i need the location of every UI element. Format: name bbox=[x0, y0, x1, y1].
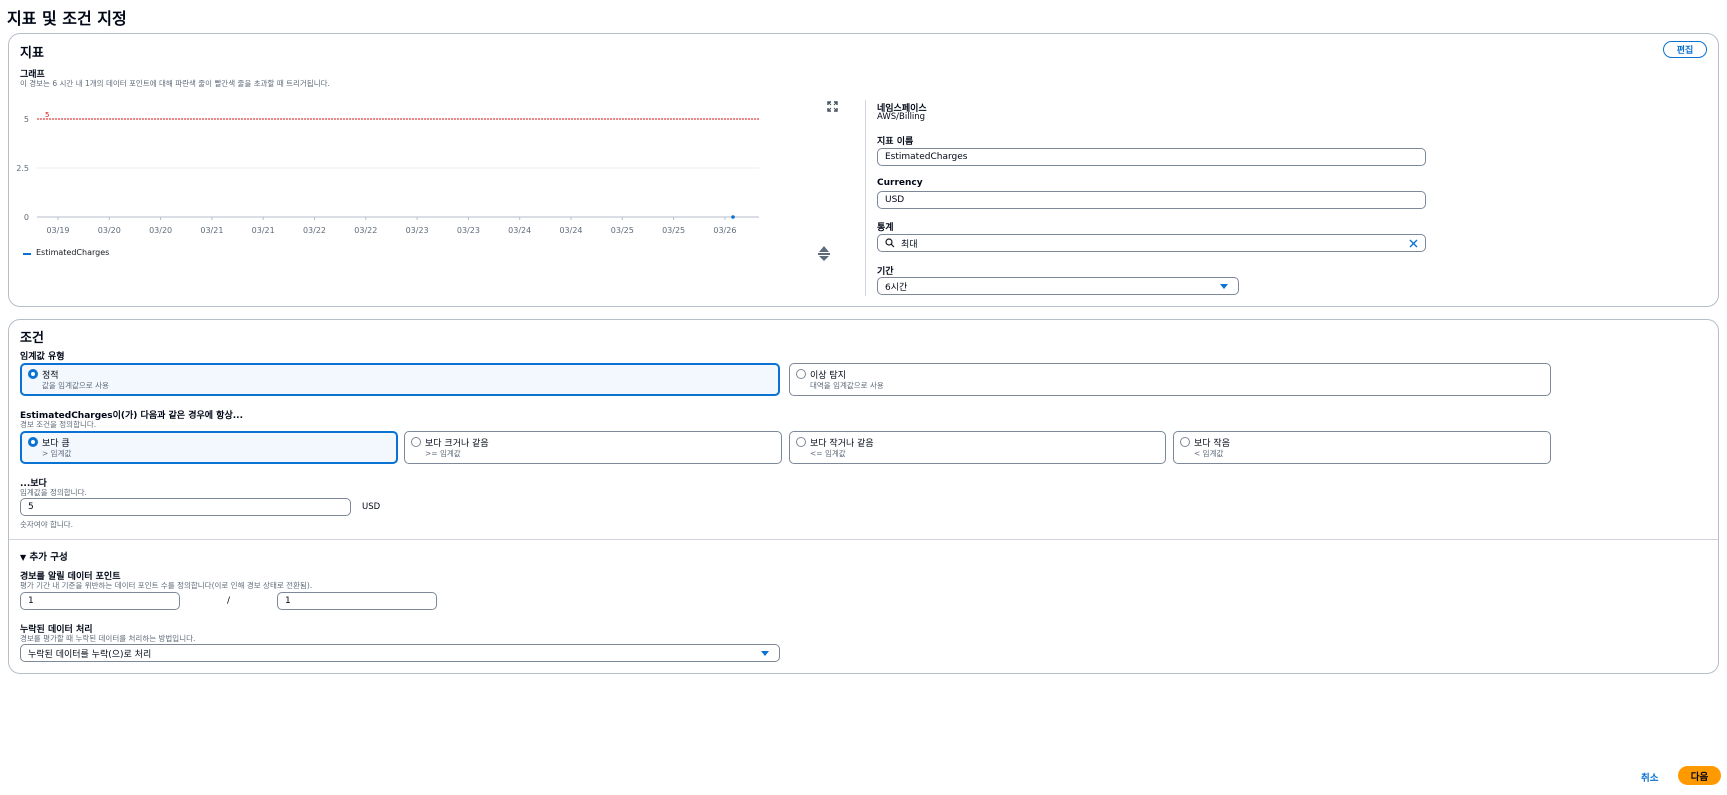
threshold-label: 5 bbox=[45, 111, 49, 119]
y-tick-label: 0 bbox=[24, 213, 29, 222]
operator-greater-desc: > 임계값 bbox=[42, 449, 72, 458]
threshold-type-static[interactable]: 정적 값을 임계값으로 사용 bbox=[20, 363, 780, 396]
cancel-button[interactable]: 취소 bbox=[1641, 770, 1658, 784]
operator-less-equal[interactable]: 보다 작거나 같음 <= 임계값 bbox=[789, 431, 1166, 464]
metric-chart: 5 2.5 0 5 03/19 03/20 03/20 03/21 03/21 03/22 03/2… bbox=[16, 111, 759, 235]
missing-data-desc: 경보를 평가할 때 누락된 데이터를 처리하는 방법입니다. bbox=[20, 634, 196, 643]
threshold-value-input[interactable]: 5 bbox=[20, 498, 351, 516]
x-tick-label: 03/21 bbox=[252, 226, 275, 235]
caret-down-icon: ▼ bbox=[20, 553, 27, 562]
statistic-label: 통계 bbox=[877, 223, 894, 233]
y-tick-label: 5 bbox=[24, 115, 29, 124]
next-button[interactable]: 다음 bbox=[1678, 766, 1721, 785]
period-value: 6시간 bbox=[885, 282, 908, 293]
threshold-hint: 숫자여야 합니다. bbox=[20, 520, 74, 529]
datapoints-separator: / bbox=[227, 596, 231, 606]
chevron-down-icon bbox=[761, 651, 769, 656]
page-title: 지표 및 조건 지정 bbox=[7, 9, 127, 28]
x-tick-label: 03/23 bbox=[406, 226, 429, 235]
operator-less[interactable]: 보다 작음 < 임계값 bbox=[1173, 431, 1551, 464]
radio-less[interactable] bbox=[1180, 437, 1190, 447]
threshold-unit: USD bbox=[362, 502, 381, 512]
radio-less-equal[interactable] bbox=[796, 437, 806, 447]
conditions-panel: 조건 임계값 유형 정적 값을 임계값으로 사용 이상 탐지 대역을 임계값으로… bbox=[8, 319, 1719, 674]
metric-name-value: EstimatedCharges bbox=[885, 152, 968, 162]
datapoints-value-b: 1 bbox=[285, 596, 291, 606]
edit-button[interactable]: 편집 bbox=[1663, 41, 1707, 58]
datapoints-value-a: 1 bbox=[28, 596, 34, 606]
x-tick-label: 03/23 bbox=[457, 226, 480, 235]
whenever-desc: 경보 조건을 정의합니다. bbox=[20, 420, 97, 429]
currency-field[interactable]: USD bbox=[877, 191, 1426, 209]
radio-greater-equal[interactable] bbox=[411, 437, 421, 447]
currency-value: USD bbox=[885, 195, 905, 205]
conditions-divider bbox=[9, 539, 1718, 540]
metric-name-label: 지표 이름 bbox=[877, 137, 914, 147]
x-tick-label: 03/20 bbox=[149, 226, 172, 235]
legend-label: EstimatedCharges bbox=[36, 248, 110, 257]
radio-greater[interactable] bbox=[28, 437, 38, 447]
threshold-value: 5 bbox=[28, 502, 34, 512]
datapoints-input-b[interactable]: 1 bbox=[277, 592, 437, 610]
conditions-panel-title: 조건 bbox=[20, 331, 44, 346]
namespace-value: AWS/Billing bbox=[877, 112, 926, 122]
operator-greater-equal-desc: >= 임계값 bbox=[425, 449, 461, 458]
missing-data-value: 누락된 데이터를 누락(으)로 처리 bbox=[28, 649, 152, 660]
additional-config-label: 추가 구성 bbox=[29, 552, 68, 563]
operator-greater-equal[interactable]: 보다 크거나 같음 >= 임계값 bbox=[404, 431, 782, 464]
statistic-field[interactable]: 최대 bbox=[877, 234, 1426, 252]
operator-less-desc: < 임계값 bbox=[1194, 449, 1224, 458]
currency-label: Currency bbox=[877, 178, 923, 188]
datapoints-desc: 평가 기간 내 기준을 위반하는 데이터 포인트 수를 정의합니다(이로 인해 … bbox=[20, 581, 313, 590]
clear-icon[interactable] bbox=[1409, 239, 1418, 248]
chart-scroll-icon[interactable] bbox=[817, 245, 831, 261]
operator-less-equal-desc: <= 임계값 bbox=[810, 449, 846, 458]
x-tick-label: 03/21 bbox=[200, 226, 223, 235]
metric-panel-title: 지표 bbox=[20, 46, 44, 61]
metric-panel: 지표 편집 그래프 이 경보는 6 시간 내 1개의 데이터 포인트에 대해 파… bbox=[8, 33, 1719, 307]
data-point bbox=[731, 215, 735, 219]
missing-data-select[interactable]: 누락된 데이터를 누락(으)로 처리 bbox=[20, 644, 780, 662]
x-tick-label: 03/25 bbox=[662, 226, 685, 235]
datapoints-input-a[interactable]: 1 bbox=[20, 592, 180, 610]
search-icon bbox=[885, 238, 895, 248]
chevron-down-icon bbox=[1220, 284, 1228, 289]
x-tick-label: 03/26 bbox=[713, 226, 736, 235]
statistic-value: 최대 bbox=[901, 239, 918, 250]
period-select[interactable]: 6시간 bbox=[877, 277, 1239, 295]
legend-swatch bbox=[23, 253, 31, 255]
radio-anomaly[interactable] bbox=[796, 369, 806, 379]
threshold-type-anomaly-desc: 대역을 임계값으로 사용 bbox=[810, 381, 884, 390]
threshold-type-static-desc: 값을 임계값으로 사용 bbox=[42, 381, 109, 390]
additional-config-toggle[interactable]: ▼ 추가 구성 bbox=[20, 549, 68, 563]
metric-name-field[interactable]: EstimatedCharges bbox=[877, 148, 1426, 166]
x-tick-label: 03/22 bbox=[354, 226, 377, 235]
x-tick-label: 03/20 bbox=[98, 226, 121, 235]
y-tick-label: 2.5 bbox=[16, 164, 29, 173]
x-tick-label: 03/24 bbox=[508, 226, 531, 235]
x-tick-label: 03/19 bbox=[46, 226, 69, 235]
radio-static[interactable] bbox=[28, 369, 38, 379]
x-tick-label: 03/24 bbox=[559, 226, 582, 235]
x-tick-label: 03/22 bbox=[303, 226, 326, 235]
graph-description: 이 경보는 6 시간 내 1개의 데이터 포인트에 대해 파란색 줄이 빨간색 … bbox=[20, 79, 330, 88]
threshold-type-anomaly[interactable]: 이상 탐지 대역을 임계값으로 사용 bbox=[789, 363, 1551, 396]
metric-divider bbox=[865, 100, 866, 296]
x-tick-label: 03/25 bbox=[611, 226, 634, 235]
threshold-type-label: 임계값 유형 bbox=[20, 352, 65, 362]
operator-greater[interactable]: 보다 큼 > 임계값 bbox=[20, 431, 398, 464]
than-desc: 임계값을 정의합니다. bbox=[20, 488, 87, 497]
period-label: 기간 bbox=[877, 267, 894, 277]
